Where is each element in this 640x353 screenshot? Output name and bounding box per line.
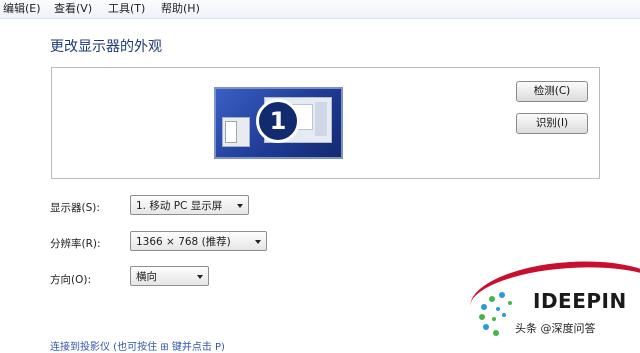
chevron-down-icon xyxy=(237,204,243,208)
display-select-value: 1. 移动 PC 显示屏 xyxy=(136,200,223,212)
resolution-label: 分辨率(R): xyxy=(50,238,101,250)
watermark-brand: IDEEPIN xyxy=(533,289,627,313)
window-thumbnail xyxy=(222,117,250,147)
chevron-down-icon xyxy=(255,240,261,244)
menu-view[interactable]: 查看(V) xyxy=(51,0,95,18)
resolution-select-value: 1366 × 768 (推荐) xyxy=(136,236,231,248)
menu-bar: 编辑(E) 查看(V) 工具(T) 帮助(H) xyxy=(0,0,640,19)
watermark-caption: 头条 @深度问答 xyxy=(515,322,596,335)
monitor-1-thumbnail[interactable]: 1 xyxy=(214,87,343,159)
identify-button[interactable]: 识别(I) xyxy=(516,113,588,134)
orientation-select-value: 横向 xyxy=(136,271,157,283)
menu-edit[interactable]: 编辑(E) xyxy=(0,0,44,18)
detect-button[interactable]: 检测(C) xyxy=(516,81,588,102)
resolution-select[interactable]: 1366 × 768 (推荐) xyxy=(130,231,267,251)
menu-help[interactable]: 帮助(H) xyxy=(158,0,203,18)
orientation-select[interactable]: 横向 xyxy=(130,266,209,286)
monitor-number-badge: 1 xyxy=(256,99,300,143)
page-title: 更改显示器的外观 xyxy=(50,39,162,55)
display-label: 显示器(S): xyxy=(50,202,100,214)
orientation-label: 方向(O): xyxy=(50,274,91,286)
chevron-down-icon xyxy=(197,275,203,279)
display-preview-panel: 1 检测(C) 识别(I) xyxy=(51,67,600,179)
menu-tools[interactable]: 工具(T) xyxy=(105,0,148,18)
display-select[interactable]: 1. 移动 PC 显示屏 xyxy=(130,195,249,215)
projector-link[interactable]: 连接到投影仪 (也可按住 ⊞ 键并点击 P) xyxy=(50,338,225,353)
